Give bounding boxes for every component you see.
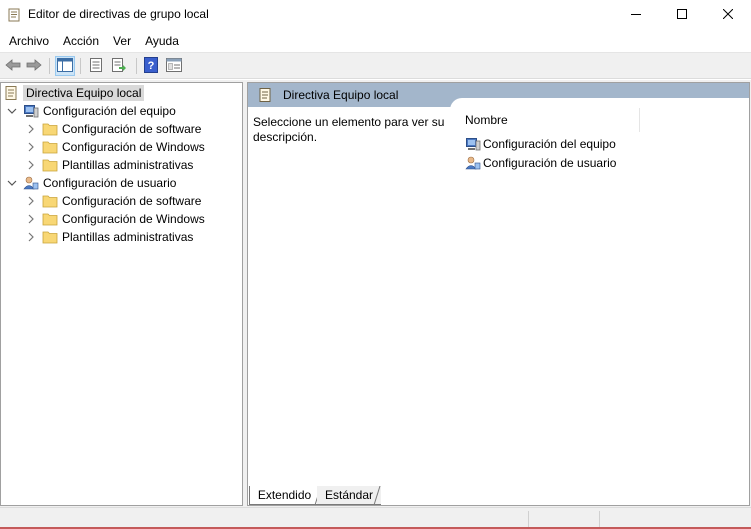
tree-item-label: Configuración de Windows <box>62 212 205 226</box>
minimize-button[interactable] <box>613 0 659 30</box>
help-button[interactable]: ? <box>141 56 161 76</box>
menu-accion[interactable]: Acción <box>56 30 106 52</box>
tree-item-root[interactable]: Directiva Equipo local <box>3 84 145 102</box>
tree-item-admin-templates[interactable]: Plantillas administrativas <box>26 156 193 174</box>
tree-item-label: Configuración de software <box>62 122 202 136</box>
description-text: Seleccione un elemento para ver su descr… <box>253 115 445 144</box>
list-item-computer-config[interactable]: Configuración del equipo <box>465 135 616 153</box>
toolbar: ? <box>0 53 751 79</box>
view-tabs: Extendido Estándar <box>247 486 397 506</box>
properties-button[interactable] <box>86 56 106 76</box>
svg-text:?: ? <box>148 60 155 72</box>
toolbar-divider <box>49 58 50 74</box>
list-item-label: Configuración de usuario <box>483 156 617 170</box>
user-icon <box>465 155 481 171</box>
details-list: Nombre Configuración del equipo Configur… <box>450 98 749 478</box>
folder-icon <box>42 139 58 155</box>
tree-item-windows-settings[interactable]: Configuración de Windows <box>26 138 205 156</box>
extended-view-icon <box>166 57 182 75</box>
folder-icon <box>42 193 58 209</box>
details-header-title: Directiva Equipo local <box>283 88 399 102</box>
tree-item-label: Configuración de software <box>62 194 202 208</box>
window-title: Editor de directivas de grupo local <box>28 7 209 21</box>
maximize-icon <box>677 8 687 22</box>
status-bar <box>0 507 751 529</box>
folder-icon <box>42 211 58 227</box>
tree-item-user-config[interactable]: Configuración de usuario <box>7 174 176 192</box>
folder-icon <box>42 121 58 137</box>
chevron-right-icon[interactable] <box>26 124 36 134</box>
extended-view-button[interactable] <box>164 56 184 76</box>
export-list-icon <box>111 57 127 76</box>
chevron-right-icon[interactable] <box>26 142 36 152</box>
column-header-label: Nombre <box>465 113 508 127</box>
tree-pane: Directiva Equipo local Configuración del… <box>0 82 243 506</box>
menu-ayuda[interactable]: Ayuda <box>138 30 186 52</box>
menu-bar: Archivo Acción Ver Ayuda <box>0 30 751 52</box>
computer-icon <box>465 136 481 152</box>
status-divider <box>528 511 529 527</box>
toolbar-divider <box>80 58 81 74</box>
toolbar-divider <box>136 58 137 74</box>
properties-icon <box>89 57 103 76</box>
list-item-user-config[interactable]: Configuración de usuario <box>465 154 616 172</box>
folder-icon <box>42 229 58 245</box>
policy-doc-icon <box>8 8 20 22</box>
title-bar: Editor de directivas de grupo local <box>0 0 751 30</box>
chevron-right-icon[interactable] <box>26 160 36 170</box>
tree-item-windows-settings[interactable]: Configuración de Windows <box>26 210 205 228</box>
policy-doc-icon <box>258 87 272 106</box>
menu-ver[interactable]: Ver <box>106 30 138 52</box>
tree-item-label: Plantillas administrativas <box>62 158 194 172</box>
chevron-down-icon[interactable] <box>7 178 17 188</box>
tree-item-label: Configuración de Windows <box>62 140 205 154</box>
tab-divider <box>373 486 381 506</box>
show-hide-tree-button[interactable] <box>55 56 75 76</box>
help-icon: ? <box>144 56 158 76</box>
chevron-right-icon[interactable] <box>26 196 36 206</box>
computer-icon <box>23 103 39 119</box>
chevron-right-icon[interactable] <box>26 232 36 242</box>
tree-item-admin-templates[interactable]: Plantillas administrativas <box>26 228 193 246</box>
tree-item-label: Directiva Equipo local <box>23 85 145 101</box>
back-arrow-icon <box>5 58 21 75</box>
minimize-icon <box>631 8 641 22</box>
tree-item-label: Plantillas administrativas <box>62 230 194 244</box>
forward-button[interactable] <box>24 56 44 76</box>
column-header-name[interactable]: Nombre <box>465 108 640 132</box>
chevron-right-icon[interactable] <box>26 214 36 224</box>
details-pane: Directiva Equipo local Seleccione un ele… <box>247 82 750 506</box>
show-hide-tree-icon <box>57 57 73 75</box>
tree-item-software-settings[interactable]: Configuración de software <box>26 192 201 210</box>
user-icon <box>23 175 39 191</box>
policy-doc-icon <box>3 85 19 101</box>
back-button[interactable] <box>3 56 23 76</box>
tree-item-software-settings[interactable]: Configuración de software <box>26 120 201 138</box>
maximize-button[interactable] <box>659 0 705 30</box>
forward-arrow-icon <box>26 58 42 75</box>
tree-item-label: Configuración del equipo <box>43 104 176 118</box>
tree-item-label: Configuración de usuario <box>43 176 177 190</box>
menu-archivo[interactable]: Archivo <box>2 30 56 52</box>
tree-item-computer-config[interactable]: Configuración del equipo <box>7 102 176 120</box>
tab-extended[interactable]: Extendido <box>249 486 319 505</box>
chevron-down-icon[interactable] <box>7 106 17 116</box>
export-list-button[interactable] <box>109 56 129 76</box>
list-item-label: Configuración del equipo <box>483 137 616 151</box>
close-icon <box>722 8 734 22</box>
close-button[interactable] <box>705 0 751 30</box>
folder-icon <box>42 157 58 173</box>
status-divider <box>599 511 600 527</box>
